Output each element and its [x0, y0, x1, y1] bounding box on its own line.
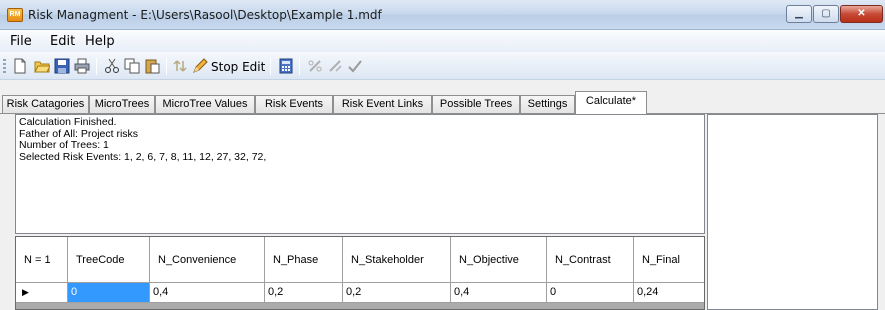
cut-icon[interactable]: [104, 58, 120, 74]
paste-icon[interactable]: [144, 58, 160, 74]
toolbar-separator: [166, 58, 167, 75]
copy-icon[interactable]: [124, 58, 140, 74]
toolbar-separator: [96, 58, 97, 75]
cell-n-contrast[interactable]: 0: [547, 283, 634, 303]
link-icon[interactable]: [307, 58, 323, 74]
column-header-treecode[interactable]: TreeCode: [68, 237, 150, 283]
cell-n-objective[interactable]: 0,4: [451, 283, 547, 303]
tab-calculate[interactable]: Calculate*: [575, 91, 647, 114]
open-folder-icon[interactable]: [34, 58, 50, 74]
title-bar[interactable]: RM Risk Managment - E:\Users\Rasool\Desk…: [0, 0, 885, 30]
row-indicator-icon[interactable]: ▶: [16, 283, 68, 303]
minimize-icon: ▁: [795, 8, 803, 19]
menu-edit[interactable]: Edit: [50, 34, 75, 49]
new-file-icon[interactable]: [12, 58, 28, 74]
tab-risk-events[interactable]: Risk Events: [255, 95, 333, 114]
app-icon: RM: [7, 8, 23, 22]
stop-edit-button[interactable]: Stop Edit: [211, 60, 265, 74]
unlink-icon[interactable]: [327, 58, 343, 74]
grid-corner-header[interactable]: N = 1: [16, 237, 68, 283]
window-title: Risk Managment - E:\Users\Rasool\Desktop…: [28, 8, 382, 22]
menu-file[interactable]: File: [10, 34, 32, 49]
column-header-n-stakeholder[interactable]: N_Stakeholder: [343, 237, 451, 283]
save-icon[interactable]: [54, 58, 70, 74]
output-line: Father of All: Project risks: [19, 127, 139, 140]
toolbar: Stop Edit: [0, 52, 885, 80]
output-line: Selected Risk Events: 1, 2, 6, 7, 8, 11,…: [19, 150, 267, 163]
menu-help[interactable]: Help: [85, 34, 115, 49]
print-icon[interactable]: [74, 58, 90, 74]
tab-microtree-values[interactable]: MicroTree Values: [155, 95, 255, 114]
results-grid[interactable]: N = 1 TreeCode N_Convenience N_Phase N_S…: [15, 236, 705, 310]
close-button[interactable]: ✕: [840, 5, 883, 23]
menu-bar: File Edit Help: [0, 30, 885, 52]
tab-risk-catagories[interactable]: Risk Catagories: [2, 95, 89, 114]
cell-n-phase[interactable]: 0,2: [265, 283, 343, 303]
toolbar-separator: [270, 58, 271, 75]
calculator-icon[interactable]: [278, 58, 294, 74]
close-icon: ✕: [857, 8, 866, 19]
check-icon[interactable]: [347, 58, 363, 74]
edit-pencil-icon[interactable]: [192, 58, 208, 74]
minimize-button[interactable]: ▁: [786, 5, 812, 23]
maximize-icon: ▢: [821, 8, 831, 19]
cell-n-stakeholder[interactable]: 0,2: [343, 283, 451, 303]
tab-strip: Risk Catagories MicroTrees MicroTree Val…: [0, 80, 885, 114]
cell-n-final[interactable]: 0,24: [634, 283, 704, 303]
maximize-button[interactable]: ▢: [813, 5, 839, 23]
column-header-n-contrast[interactable]: N_Contrast: [547, 237, 634, 283]
cell-treecode[interactable]: 0: [68, 283, 150, 303]
tab-settings[interactable]: Settings: [520, 95, 575, 114]
output-line: Calculation Finished.: [19, 116, 117, 128]
tab-possible-trees[interactable]: Possible Trees: [432, 95, 520, 114]
toolbar-separator: [299, 58, 300, 75]
toolbar-grip[interactable]: [3, 59, 6, 75]
output-line: Number of Trees: 1: [19, 139, 109, 151]
column-header-n-convenience[interactable]: N_Convenience: [150, 237, 265, 283]
cell-n-convenience[interactable]: 0,4: [150, 283, 265, 303]
refresh-icon[interactable]: [172, 58, 188, 74]
calculation-output[interactable]: Calculation Finished. Father of All: Pro…: [15, 114, 705, 234]
column-header-n-phase[interactable]: N_Phase: [265, 237, 343, 283]
tab-microtrees[interactable]: MicroTrees: [89, 95, 155, 114]
column-header-n-final[interactable]: N_Final: [634, 237, 704, 283]
tab-risk-event-links[interactable]: Risk Event Links: [333, 95, 432, 114]
column-header-n-objective[interactable]: N_Objective: [451, 237, 547, 283]
side-panel[interactable]: [707, 114, 878, 310]
